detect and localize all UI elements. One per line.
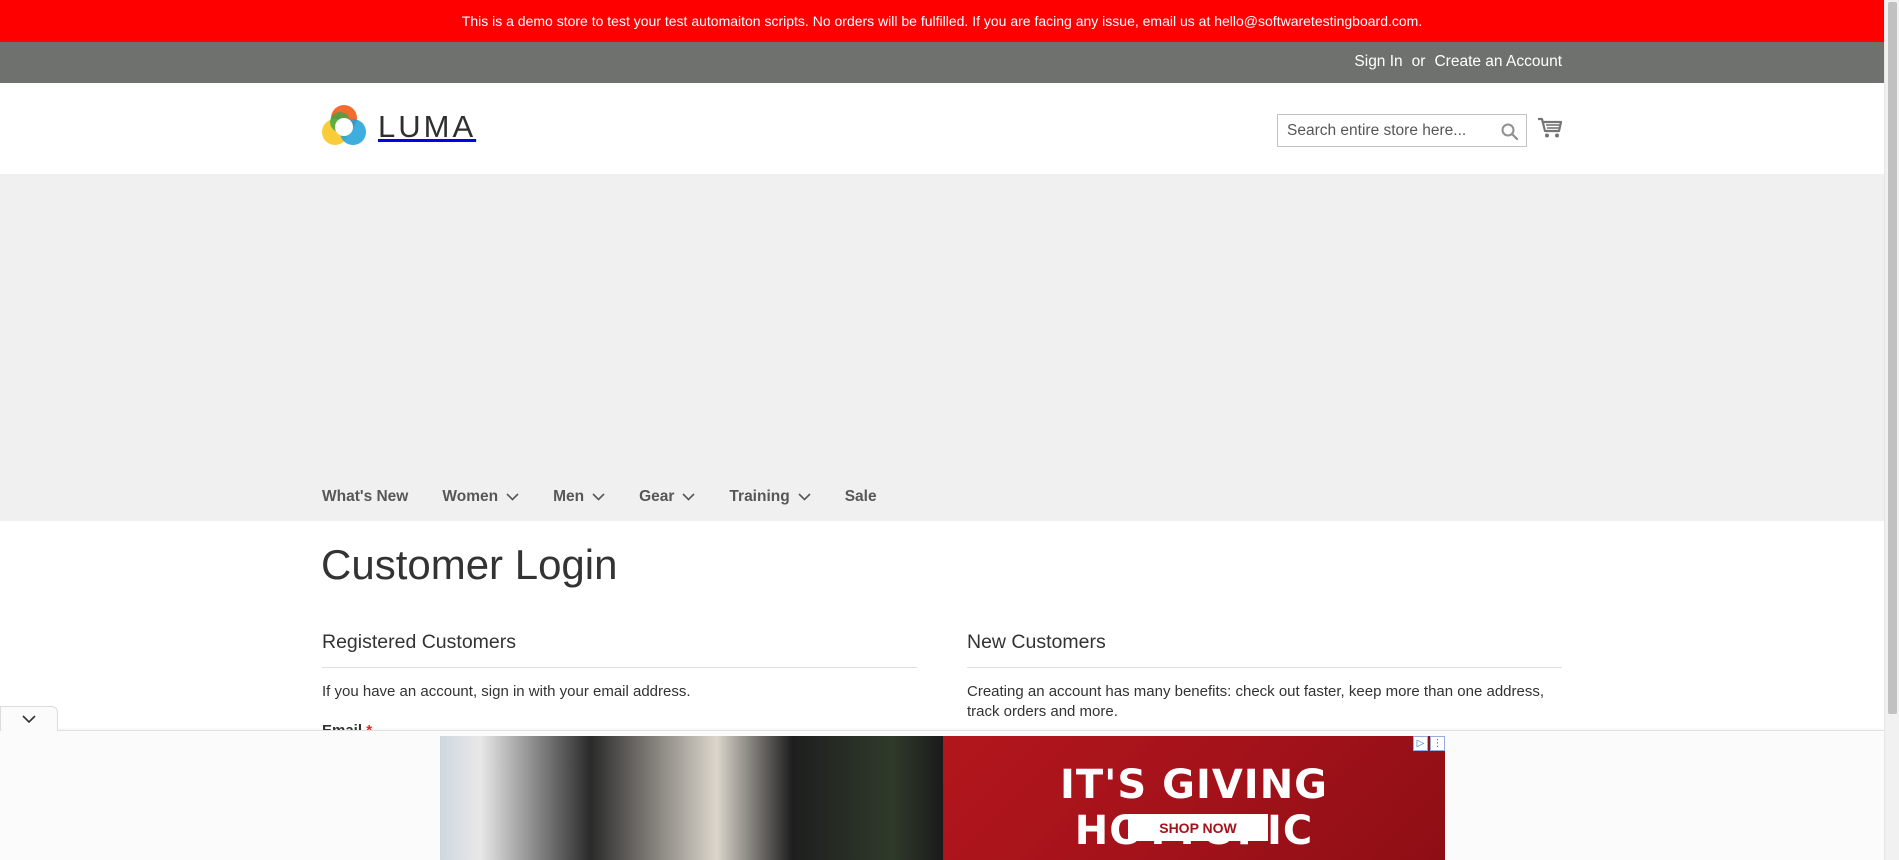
nav-item-label: Men: [553, 488, 585, 505]
search-box: [1277, 114, 1527, 147]
sign-in-link[interactable]: Sign In: [1354, 53, 1402, 71]
nav-item-label: What's New: [322, 488, 409, 505]
registered-divider: [322, 667, 917, 668]
ad-product-photo: [440, 736, 943, 860]
demo-banner-text: This is a demo store to test your test a…: [461, 13, 1423, 29]
registered-customers-title: Registered Customers: [322, 631, 516, 653]
ad-collapse-toggle[interactable]: [0, 706, 58, 731]
or-separator: or: [1411, 53, 1426, 70]
new-customers-divider: [967, 667, 1562, 668]
nav-item-men[interactable]: Men: [553, 488, 605, 506]
luma-logo-icon: [322, 105, 366, 145]
chevron-down-icon: [798, 493, 811, 501]
nav-item-sale[interactable]: Sale: [845, 488, 877, 506]
ad-choices-icon[interactable]: ▷: [1413, 736, 1428, 751]
nav-item-label: Women: [442, 488, 499, 505]
main-navigation: What's New Women Men Gear Training Sale: [322, 488, 911, 506]
chevron-down-icon: [506, 493, 519, 501]
logo-text: LUMA: [378, 109, 477, 144]
page-title: Customer Login: [321, 541, 618, 588]
ad-brand-panel: IT'S GIVING HOTTOPIC SHOP NOW ▷ ⋮: [943, 736, 1445, 860]
new-customers-description: Creating an account has many benefits: c…: [967, 683, 1545, 720]
registered-description: If you have an account, sign in with you…: [322, 683, 691, 700]
nav-item-label: Training: [729, 488, 790, 505]
luma-logo[interactable]: LUMA: [322, 105, 476, 149]
navigation-band: What's New Women Men Gear Training Sale: [0, 174, 1884, 521]
shop-now-button[interactable]: SHOP NOW: [1128, 814, 1268, 841]
nav-item-label: Sale: [844, 488, 877, 505]
new-customers-title: New Customers: [967, 631, 1106, 653]
nav-item-whats-new[interactable]: What's New: [322, 488, 408, 506]
scrollbar-thumb[interactable]: [1888, 2, 1897, 714]
ad-choices[interactable]: ▷ ⋮: [1413, 736, 1445, 751]
site-header: LUMA: [0, 83, 1884, 174]
advertisement[interactable]: IT'S GIVING HOTTOPIC SHOP NOW ▷ ⋮: [440, 736, 1445, 860]
nav-item-gear[interactable]: Gear: [639, 488, 695, 506]
search-input[interactable]: [1278, 115, 1526, 146]
search-icon[interactable]: [1500, 122, 1520, 142]
create-account-link[interactable]: Create an Account: [1434, 53, 1562, 71]
nav-item-women[interactable]: Women: [442, 488, 519, 506]
nav-item-label: Gear: [639, 488, 675, 505]
sticky-ad-bar: IT'S GIVING HOTTOPIC SHOP NOW ▷ ⋮: [0, 730, 1884, 860]
demo-store-banner: This is a demo store to test your test a…: [0, 0, 1884, 42]
chevron-down-icon: [682, 493, 695, 501]
panel-header: Sign In or Create an Account: [0, 42, 1884, 83]
chevron-down-icon: [592, 493, 605, 501]
chevron-down-icon: [22, 715, 36, 723]
header-links: Sign In or Create an Account: [1354, 53, 1562, 71]
nav-item-training[interactable]: Training: [729, 488, 811, 506]
page-scrollbar[interactable]: [1884, 0, 1899, 860]
cart-icon[interactable]: [1537, 117, 1563, 139]
ad-menu-icon[interactable]: ⋮: [1430, 736, 1445, 751]
